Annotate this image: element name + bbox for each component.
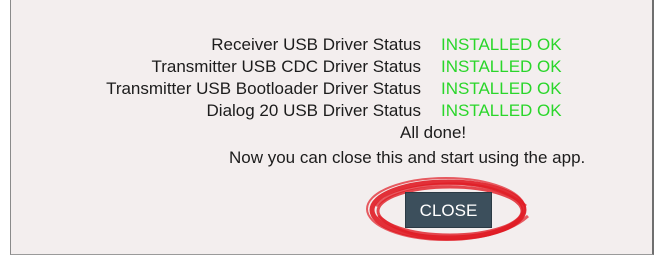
status-row-dialog20: Dialog 20 USB Driver Status INSTALLED OK — [11, 100, 655, 122]
status-row-label: Dialog 20 USB Driver Status — [206, 101, 421, 120]
status-row-label: Transmitter USB Bootloader Driver Status — [106, 79, 421, 98]
status-row-label: Transmitter USB CDC Driver Status — [151, 57, 421, 76]
done-text: All done! — [400, 123, 467, 142]
driver-status-dialog: Receiver USB Driver Status INSTALLED OK … — [10, 0, 654, 255]
status-row-receiver: Receiver USB Driver Status INSTALLED OK — [11, 34, 655, 56]
status-row-label: Receiver USB Driver Status — [211, 35, 421, 54]
status-row-value: INSTALLED OK — [441, 57, 562, 76]
close-instruction-text: Now you can close this and start using t… — [229, 148, 586, 167]
status-row-transmitter-cdc: Transmitter USB CDC Driver Status INSTAL… — [11, 56, 655, 78]
status-row-value: INSTALLED OK — [441, 35, 562, 54]
status-row-value: INSTALLED OK — [441, 101, 562, 120]
close-button-area: CLOSE — [366, 176, 536, 246]
status-row-transmitter-bootloader: Transmitter USB Bootloader Driver Status… — [11, 78, 655, 100]
close-button[interactable]: CLOSE — [405, 192, 492, 228]
status-row-value: INSTALLED OK — [441, 79, 562, 98]
